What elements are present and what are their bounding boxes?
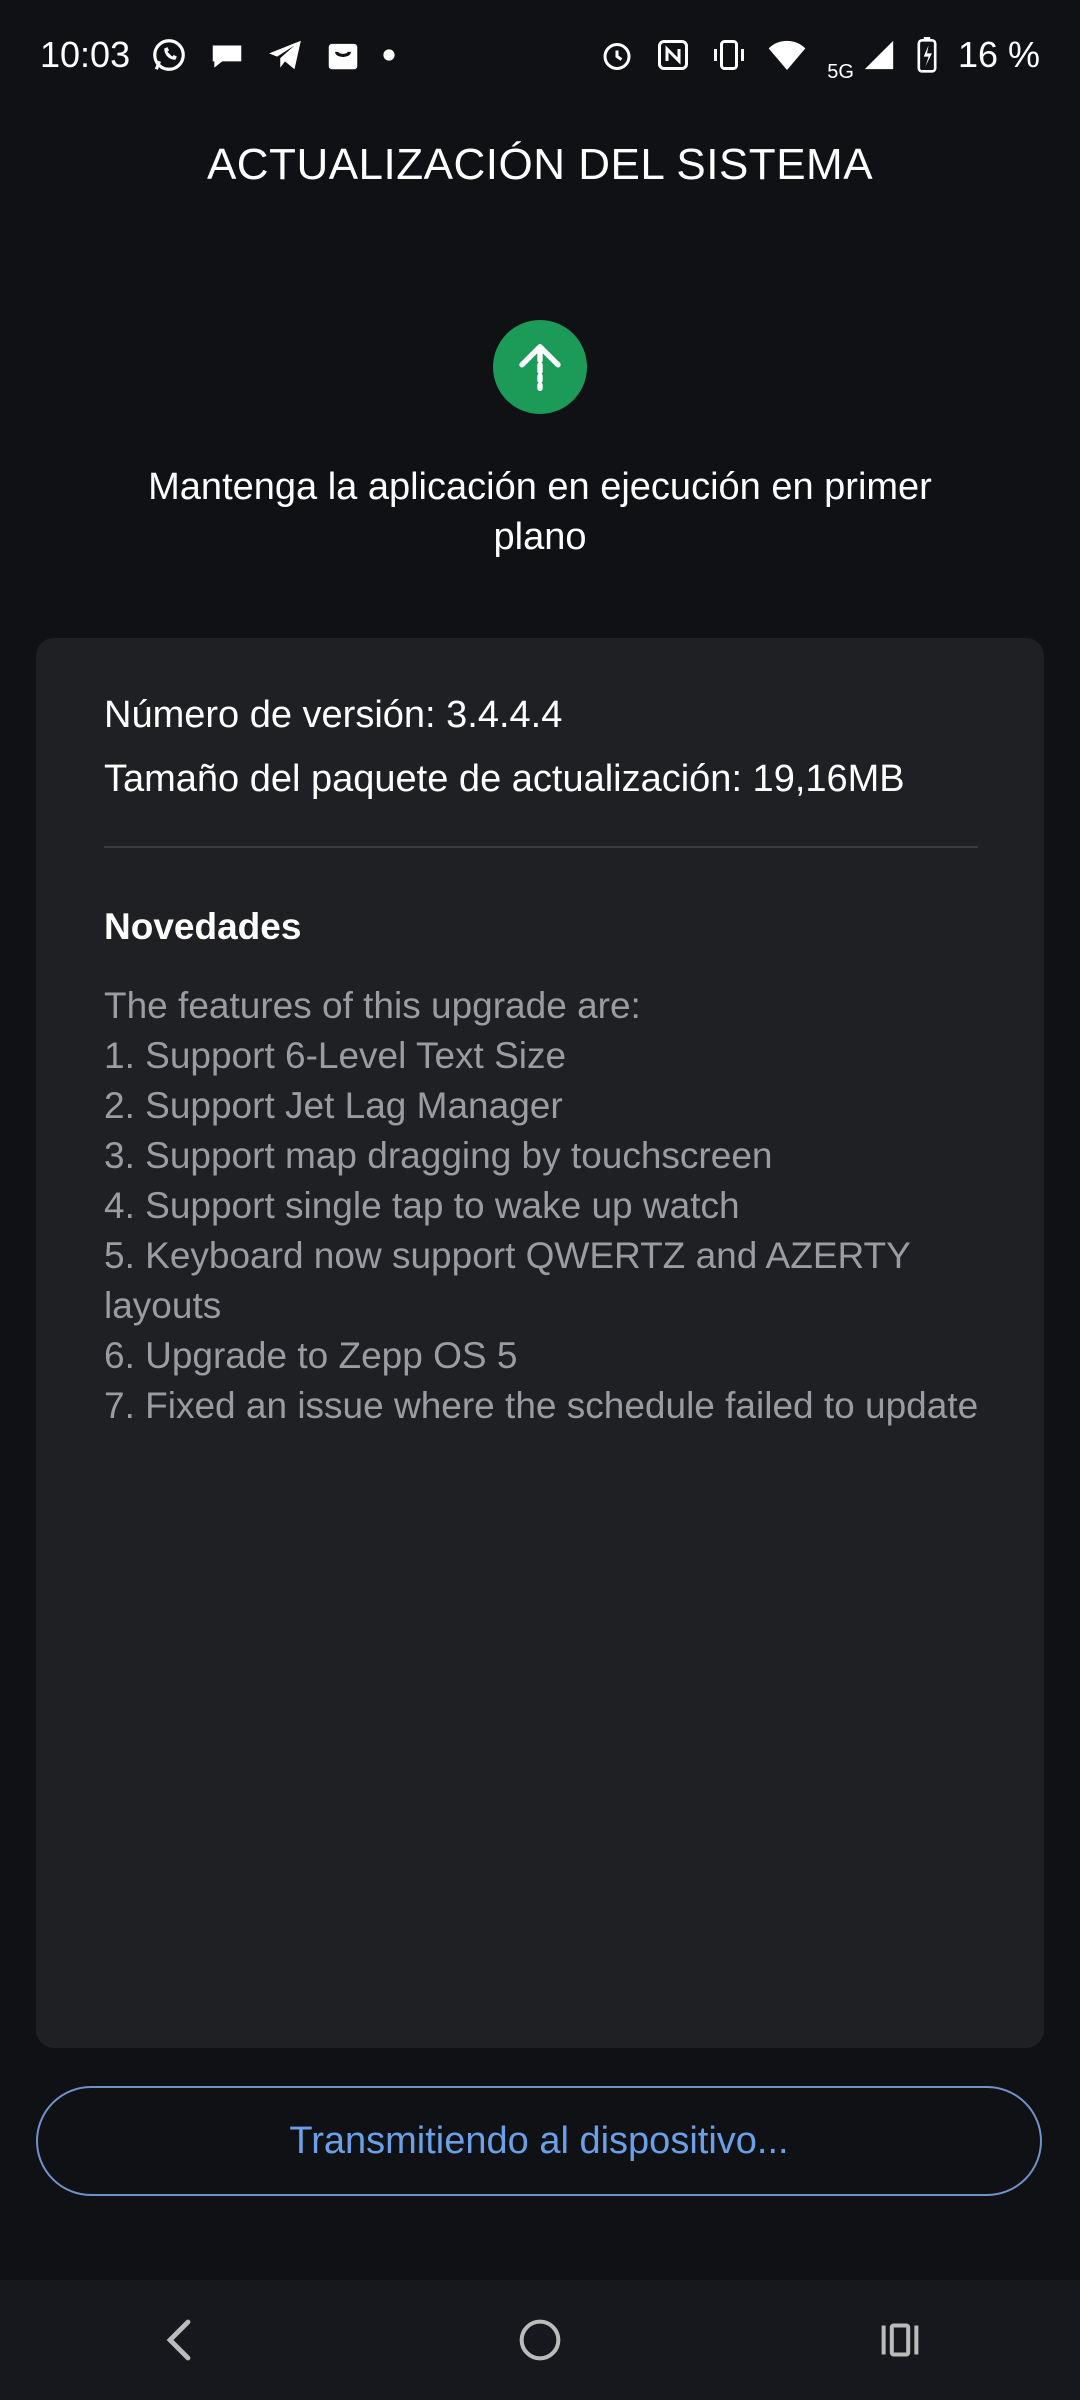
divider — [104, 846, 978, 848]
package-size: Tamaño del paquete de actualización: 19,… — [104, 758, 905, 800]
status-bar-left: 10:03 — [40, 34, 396, 76]
keep-foreground-message: Mantenga la aplicación en ejecución en p… — [148, 466, 932, 558]
status-bar-right: 5G 16 % — [599, 27, 1040, 84]
status-bar: 10:03 5G 16 % — [0, 0, 1080, 110]
chat-bubble-icon — [208, 36, 246, 74]
news-item: 4. Support single tap to wake up watch — [104, 1185, 740, 1226]
telegram-icon — [266, 36, 304, 74]
recents-icon — [881, 2323, 919, 2357]
clock: 10:03 — [40, 34, 131, 75]
news-item: 6. Upgrade to Zepp OS 5 — [104, 1335, 518, 1376]
version-number: Número de versión: 3.4.4.4 — [104, 694, 563, 736]
news-item: 1. Support 6-Level Text Size — [104, 1035, 567, 1076]
navigation-bar — [0, 2280, 1080, 2400]
news-item: 7. Fixed an issue where the schedule fai… — [104, 1385, 979, 1426]
back-button[interactable] — [120, 2280, 240, 2400]
news-item: 2. Support Jet Lag Manager — [104, 1085, 563, 1126]
shopping-bag-icon — [324, 36, 362, 74]
news-list: The features of this upgrade are: 1. Sup… — [104, 981, 984, 1431]
upload-arrow-icon — [493, 320, 587, 414]
news-item: 3. Support map dragging by touchscreen — [104, 1135, 773, 1176]
news-item: 5. Keyboard now support QWERTZ and AZERT… — [104, 1235, 911, 1326]
home-circle-icon — [519, 2319, 561, 2361]
signal-icon — [862, 38, 896, 72]
update-info-card: Número de versión: 3.4.4.4 Tamaño del pa… — [36, 638, 1044, 2048]
back-chevron-icon — [166, 2319, 191, 2361]
home-button[interactable] — [480, 2280, 600, 2400]
battery-level: 16 % — [957, 34, 1040, 75]
network-type: 5G — [827, 60, 854, 83]
recents-button[interactable] — [840, 2280, 960, 2400]
whatsapp-icon — [150, 36, 188, 74]
alarm-icon — [599, 37, 635, 73]
dot-icon — [382, 48, 396, 62]
news-title: Novedades — [104, 906, 302, 947]
wifi-icon — [767, 37, 807, 73]
transmitting-button[interactable]: Transmitiendo al dispositivo... — [36, 2086, 1042, 2196]
transmitting-label: Transmitiendo al dispositivo... — [289, 2119, 789, 2162]
page-title: ACTUALIZACIÓN DEL SISTEMA — [206, 140, 874, 189]
battery-charging-icon — [916, 37, 938, 73]
nfc-icon — [655, 37, 691, 73]
news-item: The features of this upgrade are: — [104, 985, 641, 1026]
vibrate-icon — [711, 37, 747, 73]
